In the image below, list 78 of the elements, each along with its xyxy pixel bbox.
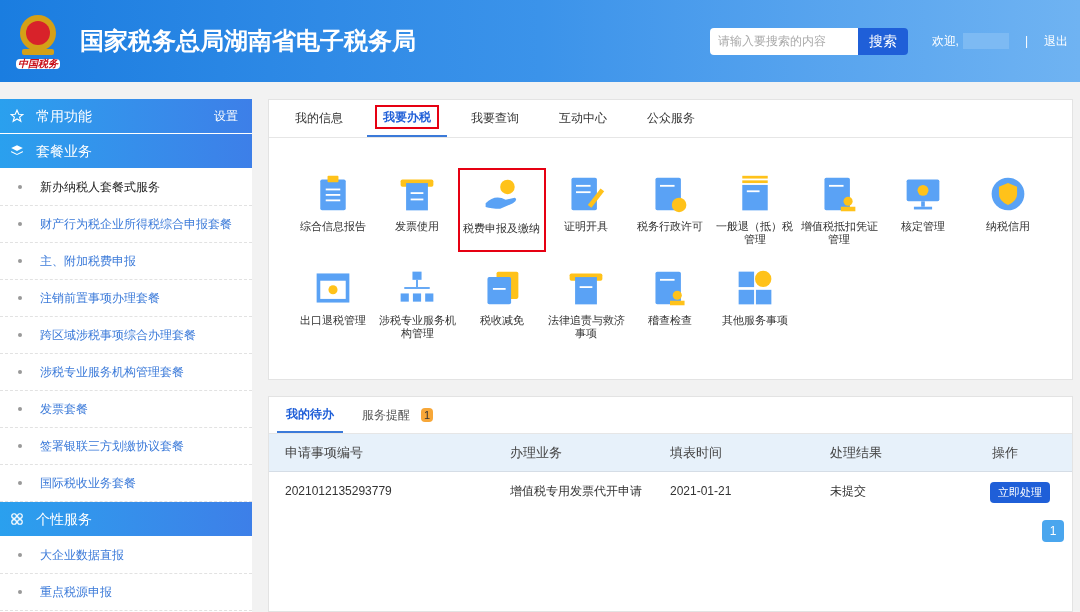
- bullet-icon: [18, 333, 22, 337]
- todo-tab[interactable]: 服务提醒: [353, 396, 419, 433]
- main-tab[interactable]: 我要查询: [455, 99, 535, 137]
- service-tile[interactable]: 其他服务事项: [712, 262, 797, 346]
- service-tile[interactable]: 核定管理: [881, 168, 966, 252]
- layers-icon: [10, 144, 24, 158]
- column-header: 申请事项编号: [285, 443, 364, 462]
- welcome-text: 欢迎,: [931, 33, 959, 50]
- column-header: 处理结果: [830, 443, 883, 462]
- sidebar-item[interactable]: 财产行为税企业所得税综合申报套餐: [0, 206, 252, 243]
- sidebar-item[interactable]: 涉税专业服务机构管理套餐: [0, 354, 252, 391]
- main-tab[interactable]: 公众服务: [631, 99, 711, 137]
- bullet-icon: [18, 590, 22, 594]
- service-tile[interactable]: 证明开具: [544, 168, 629, 252]
- process-button[interactable]: 立即处理: [990, 481, 1050, 503]
- sidebar-item-label: 财产行为税企业所得税综合申报套餐: [40, 216, 232, 233]
- sidebar-item-label: 重点税源申报: [40, 584, 112, 601]
- sidebar-item-label: 发票套餐: [40, 401, 88, 418]
- sidebar-item-label: 跨区域涉税事项综合办理套餐: [40, 327, 196, 344]
- bullet-icon: [18, 296, 22, 300]
- sidebar-item-label: 大企业数据直报: [40, 547, 124, 564]
- redacted-name-block: [962, 33, 1009, 49]
- sidebar-item[interactable]: 重点税源申报: [0, 574, 252, 611]
- sidebar-item-label: 注销前置事项办理套餐: [40, 290, 160, 307]
- bullet-icon: [18, 444, 22, 448]
- bullet-icon: [18, 185, 22, 189]
- count-badge: 1: [421, 407, 434, 422]
- main-tab[interactable]: 我的信息: [279, 99, 359, 137]
- main-tab[interactable]: 互动中心: [543, 99, 623, 137]
- sidebar-item[interactable]: 发票套餐: [0, 391, 252, 428]
- service-tile[interactable]: 税费申报及缴纳: [457, 168, 546, 252]
- service-tile[interactable]: 增值税抵扣凭证管理: [797, 168, 882, 252]
- bullet-icon: [18, 481, 22, 485]
- settings-link[interactable]: 设置: [214, 107, 238, 125]
- section-title: 个性服务: [36, 509, 92, 529]
- bullet-icon: [18, 553, 22, 557]
- sidebar-item[interactable]: 注销前置事项办理套餐: [0, 280, 252, 317]
- separator-text: |: [1024, 33, 1028, 50]
- section-header[interactable]: 常用功能 设置: [0, 99, 252, 133]
- column-header: 填表时间: [670, 443, 723, 462]
- bullet-icon: [18, 370, 22, 374]
- service-tile[interactable]: 税务行政许可: [628, 168, 713, 252]
- table-cell-text: 未提交: [830, 483, 867, 500]
- service-tile[interactable]: 纳税信用: [965, 168, 1050, 252]
- search-field[interactable]: 请输入要搜索的内容: [709, 27, 858, 55]
- service-tile[interactable]: 一般退（抵）税管理: [712, 168, 797, 252]
- service-tile[interactable]: 法律追责与救济事项: [544, 262, 629, 346]
- section-title: 套餐业务: [36, 141, 92, 161]
- sidebar-item[interactable]: 跨区域涉税事项综合办理套餐: [0, 317, 252, 354]
- sidebar-item-label: 主、附加税费申报: [40, 253, 136, 270]
- bullet-icon: [18, 222, 22, 226]
- service-tile[interactable]: 税收减免: [459, 262, 544, 346]
- table-cell-text: 2021012135293779: [285, 483, 393, 500]
- section-title: 常用功能: [36, 106, 92, 126]
- table-cell-text: 增值税专用发票代开申请: [510, 483, 643, 500]
- star-icon: [10, 109, 24, 123]
- service-tile[interactable]: 出口退税管理: [291, 262, 376, 346]
- sidebar-item[interactable]: 大企业数据直报: [0, 537, 252, 574]
- service-tile[interactable]: 综合信息报告: [291, 168, 376, 252]
- clover-icon: [10, 512, 24, 526]
- column-header: 操作: [991, 443, 1019, 462]
- sidebar-item-label: 国际税收业务套餐: [40, 475, 136, 492]
- bullet-icon: [18, 259, 22, 263]
- sidebar-item-label: 新办纳税人套餐式服务: [40, 179, 160, 196]
- service-tile[interactable]: 稽查检查: [628, 262, 713, 346]
- sidebar-item-label: 签署银联三方划缴协议套餐: [40, 438, 184, 455]
- site-title: 国家税务总局湖南省电子税务局: [80, 26, 416, 56]
- sidebar-item[interactable]: 主、附加税费申报: [0, 243, 252, 280]
- bullet-icon: [18, 407, 22, 411]
- sidebar-item[interactable]: 新办纳税人套餐式服务: [0, 169, 252, 206]
- logo-text: 中国税务: [16, 59, 60, 69]
- search-button[interactable]: 搜索: [857, 27, 908, 55]
- sidebar-item[interactable]: 签署银联三方划缴协议套餐: [0, 428, 252, 465]
- table-cell-text: 2021-01-21: [670, 483, 733, 500]
- service-tile[interactable]: 发票使用: [375, 168, 460, 252]
- column-header: 办理业务: [510, 443, 563, 462]
- service-tile[interactable]: 涉税专业服务机构管理: [375, 262, 460, 346]
- sidebar-item-label: 涉税专业服务机构管理套餐: [40, 364, 184, 381]
